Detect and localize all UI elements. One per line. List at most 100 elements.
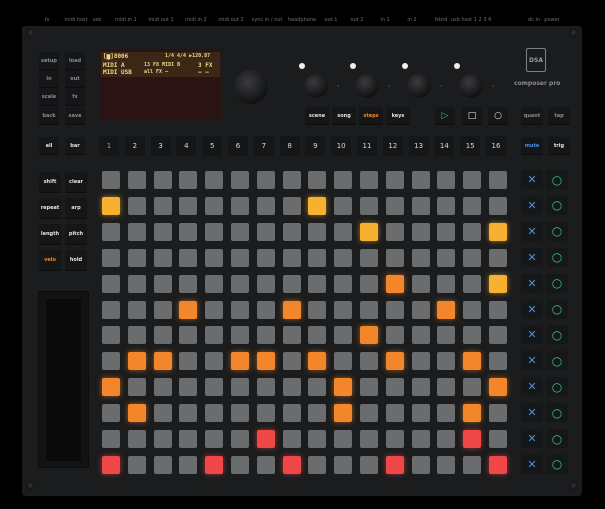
- pad[interactable]: [256, 196, 275, 215]
- pad[interactable]: [153, 222, 172, 241]
- pad[interactable]: [334, 378, 353, 397]
- parameter-knob[interactable]: [459, 74, 483, 98]
- pad[interactable]: [256, 430, 275, 448]
- pad[interactable]: [256, 326, 275, 345]
- pad[interactable]: [102, 455, 120, 474]
- pad[interactable]: [308, 352, 327, 371]
- trig-track-button[interactable]: ○: [546, 299, 568, 319]
- step-button-14[interactable]: 14: [434, 136, 455, 156]
- pad[interactable]: [463, 404, 482, 423]
- pad[interactable]: [231, 378, 249, 397]
- pad[interactable]: [360, 300, 378, 319]
- pad[interactable]: [282, 352, 301, 371]
- pad[interactable]: [179, 430, 198, 448]
- pad[interactable]: [231, 171, 249, 189]
- pad[interactable]: [360, 430, 378, 448]
- pad[interactable]: [205, 248, 224, 267]
- step-button-12[interactable]: 12: [382, 136, 403, 156]
- step-button-9[interactable]: 9: [305, 136, 326, 156]
- mute-track-button[interactable]: ✕: [521, 377, 543, 397]
- pad[interactable]: [282, 171, 301, 189]
- pad[interactable]: [360, 196, 378, 215]
- pad[interactable]: [489, 352, 507, 371]
- pad[interactable]: [360, 352, 378, 371]
- pad[interactable]: [385, 300, 404, 319]
- pad[interactable]: [256, 171, 275, 189]
- pad[interactable]: [437, 404, 456, 423]
- pad[interactable]: [308, 404, 327, 423]
- pad[interactable]: [102, 196, 120, 215]
- pad[interactable]: [102, 430, 120, 448]
- trig-track-button[interactable]: ○: [546, 351, 568, 371]
- pad[interactable]: [437, 455, 456, 474]
- pad[interactable]: [231, 274, 249, 293]
- pad[interactable]: [308, 326, 327, 345]
- pad[interactable]: [360, 274, 378, 293]
- pad[interactable]: [463, 378, 482, 397]
- pad[interactable]: [308, 196, 327, 215]
- trig-track-button[interactable]: ○: [546, 247, 568, 267]
- pad[interactable]: [102, 300, 120, 319]
- pad[interactable]: [411, 196, 430, 215]
- touch-fader-strip[interactable]: [38, 291, 89, 468]
- pad[interactable]: [411, 248, 430, 267]
- pad[interactable]: [385, 352, 404, 371]
- pad[interactable]: [437, 171, 456, 189]
- pad[interactable]: [256, 404, 275, 423]
- pad[interactable]: [282, 274, 301, 293]
- pad[interactable]: [411, 274, 430, 293]
- step-button-11[interactable]: 11: [357, 136, 377, 156]
- pad[interactable]: [360, 455, 378, 474]
- pad[interactable]: [153, 248, 172, 267]
- step-button-13[interactable]: 13: [408, 136, 429, 156]
- pad[interactable]: [489, 171, 507, 189]
- step-button-2[interactable]: 2: [124, 136, 145, 156]
- pad[interactable]: [102, 274, 120, 293]
- pad[interactable]: [463, 196, 482, 215]
- pad[interactable]: [463, 171, 482, 189]
- btn-load[interactable]: load: [65, 52, 85, 69]
- mode-steps-button[interactable]: steps: [359, 107, 383, 124]
- pad[interactable]: [153, 455, 172, 474]
- tap-button[interactable]: tap: [548, 107, 570, 124]
- pad[interactable]: [102, 378, 120, 397]
- pad[interactable]: [282, 455, 301, 474]
- step-button-15[interactable]: 15: [460, 136, 481, 156]
- hold-button[interactable]: hold: [65, 250, 87, 270]
- pad[interactable]: [205, 171, 224, 189]
- step-button-8[interactable]: 8: [279, 136, 300, 156]
- pad[interactable]: [205, 352, 224, 371]
- btn-back[interactable]: back: [39, 107, 59, 124]
- pad[interactable]: [102, 404, 120, 423]
- pad[interactable]: [385, 326, 404, 345]
- pad[interactable]: [179, 248, 198, 267]
- trig-track-button[interactable]: ○: [546, 377, 568, 397]
- pad[interactable]: [334, 196, 353, 215]
- pad[interactable]: [385, 196, 404, 215]
- pad[interactable]: [153, 196, 172, 215]
- pad[interactable]: [411, 300, 430, 319]
- pad[interactable]: [179, 352, 198, 371]
- pad[interactable]: [385, 171, 404, 189]
- mute-track-button[interactable]: ✕: [521, 195, 543, 215]
- pad[interactable]: [179, 222, 198, 241]
- pad[interactable]: [463, 352, 482, 371]
- pad[interactable]: [231, 352, 249, 371]
- trig-track-button[interactable]: ○: [546, 221, 568, 241]
- pad[interactable]: [489, 196, 507, 215]
- pad[interactable]: [127, 222, 146, 241]
- pad[interactable]: [102, 352, 120, 371]
- pad[interactable]: [385, 455, 404, 474]
- pad[interactable]: [411, 378, 430, 397]
- pad[interactable]: [179, 326, 198, 345]
- parameter-knob[interactable]: [304, 74, 328, 98]
- btn-save[interactable]: save: [65, 107, 85, 124]
- mute-track-button[interactable]: ✕: [521, 299, 543, 319]
- pad[interactable]: [256, 222, 275, 241]
- pad[interactable]: [489, 455, 507, 474]
- pad[interactable]: [231, 430, 249, 448]
- pad[interactable]: [411, 430, 430, 448]
- pad[interactable]: [102, 222, 120, 241]
- pad[interactable]: [282, 248, 301, 267]
- pad[interactable]: [179, 378, 198, 397]
